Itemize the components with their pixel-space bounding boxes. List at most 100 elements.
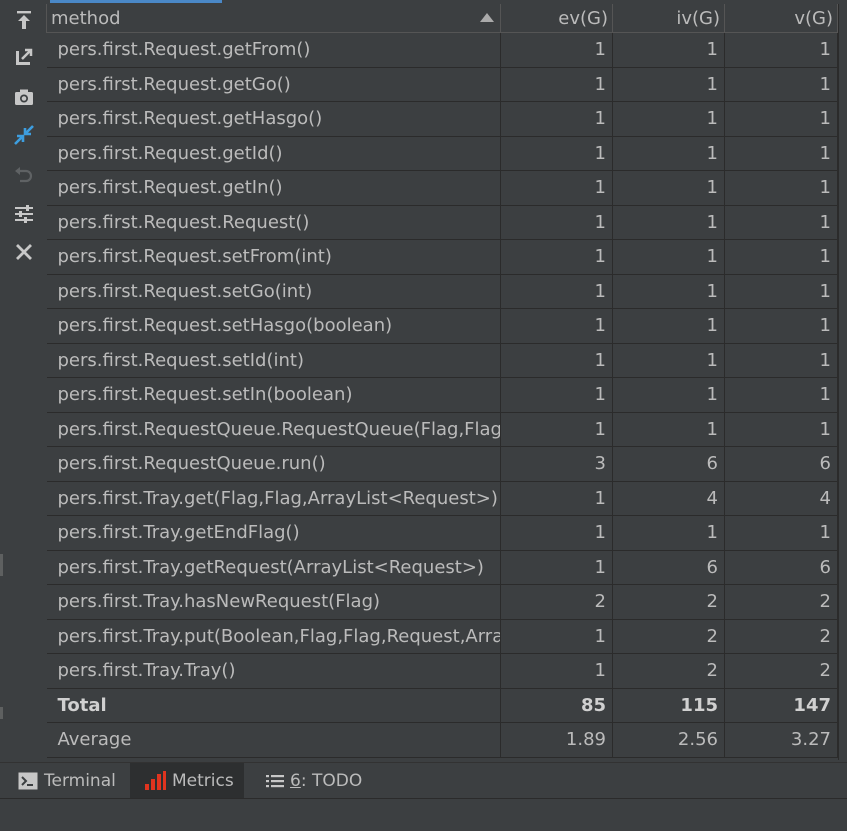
average-label: Average — [46, 722, 501, 758]
tab-terminal-label: Terminal — [44, 771, 116, 791]
iv-cell: 1 — [612, 377, 725, 413]
column-header-ev[interactable]: ev(G) — [500, 4, 613, 33]
ev-cell: 1 — [500, 204, 613, 240]
total-row[interactable]: Total 85 115 147 — [46, 687, 838, 723]
iv-cell: 2 — [612, 653, 725, 689]
tab-todo-label: : TODO — [300, 771, 363, 791]
method-cell: pers.first.Tray.get(Flag,Flag,ArrayList<… — [46, 480, 501, 516]
total-ev: 85 — [500, 687, 613, 723]
iv-cell: 1 — [612, 342, 725, 378]
gutter-mark — [0, 554, 3, 576]
ev-cell: 1 — [500, 515, 613, 551]
table-row[interactable]: pers.first.Tray.put(Boolean,Flag,Flag,Re… — [46, 618, 838, 654]
v-cell: 2 — [724, 584, 838, 620]
settings-sliders-icon[interactable] — [13, 203, 35, 225]
v-cell: 1 — [724, 101, 838, 137]
v-cell: 6 — [724, 446, 838, 482]
iv-cell: 1 — [612, 239, 725, 275]
table-row[interactable]: pers.first.Request.getGo() 1 1 1 — [46, 66, 838, 102]
v-cell: 1 — [724, 515, 838, 551]
ev-cell: 1 — [500, 411, 613, 447]
method-cell: pers.first.Tray.getRequest(ArrayList<Req… — [46, 549, 501, 585]
v-cell: 1 — [724, 66, 838, 102]
table-row[interactable]: pers.first.Request.setId(int) 1 1 1 — [46, 342, 838, 378]
ev-cell: 1 — [500, 480, 613, 516]
v-cell: 1 — [724, 342, 838, 378]
tab-metrics-label: Metrics — [172, 771, 234, 791]
undo-icon — [13, 164, 35, 186]
iv-cell: 1 — [612, 411, 725, 447]
v-cell: 1 — [724, 273, 838, 309]
table-row[interactable]: pers.first.Tray.hasNewRequest(Flag) 2 2 2 — [46, 584, 838, 620]
todo-list-icon — [266, 775, 284, 788]
ev-cell: 1 — [500, 101, 613, 137]
status-bar — [0, 798, 847, 831]
column-header-v[interactable]: v(G) — [724, 4, 838, 33]
iv-cell: 1 — [612, 515, 725, 551]
ev-cell: 1 — [500, 342, 613, 378]
method-cell: pers.first.Request.setIn(boolean) — [46, 377, 501, 413]
ev-cell: 1 — [500, 170, 613, 206]
table-row[interactable]: pers.first.Request.Request() 1 1 1 — [46, 204, 838, 240]
ev-cell: 1 — [500, 66, 613, 102]
tab-metrics[interactable]: Metrics — [130, 763, 244, 799]
method-cell: pers.first.RequestQueue.RequestQueue(Fla… — [46, 411, 501, 447]
table-row[interactable]: pers.first.Request.getHasgo() 1 1 1 — [46, 101, 838, 137]
column-header-method[interactable]: method — [46, 4, 501, 33]
column-header-label: method — [51, 7, 121, 29]
tab-terminal[interactable]: Terminal — [18, 763, 130, 799]
active-tab-indicator — [50, 0, 222, 3]
ev-cell: 1 — [500, 549, 613, 585]
tab-todo[interactable]: 6: TODO — [266, 763, 362, 799]
table-row[interactable]: pers.first.Request.getIn() 1 1 1 — [46, 170, 838, 206]
method-cell: pers.first.Tray.getEndFlag() — [46, 515, 501, 551]
table-row[interactable]: pers.first.Request.getFrom() 1 1 1 — [46, 32, 838, 68]
v-cell: 2 — [724, 653, 838, 689]
table-row[interactable]: pers.first.RequestQueue.RequestQueue(Fla… — [46, 411, 838, 447]
table-row[interactable]: pers.first.Tray.get(Flag,Flag,ArrayList<… — [46, 480, 838, 516]
expand-icon[interactable] — [13, 46, 35, 68]
export-top-icon[interactable] — [13, 9, 35, 31]
table-row[interactable]: pers.first.Tray.Tray() 1 2 2 — [46, 653, 838, 689]
collapse-icon[interactable] — [13, 124, 35, 146]
average-v: 3.27 — [724, 722, 838, 758]
total-label: Total — [46, 687, 501, 723]
v-cell: 1 — [724, 135, 838, 171]
method-cell: pers.first.Request.getGo() — [46, 66, 501, 102]
table-row[interactable]: pers.first.Request.setHasgo(boolean) 1 1 1 — [46, 308, 838, 344]
table-row[interactable]: pers.first.Tray.getRequest(ArrayList<Req… — [46, 549, 838, 585]
column-header-iv[interactable]: iv(G) — [612, 4, 725, 33]
table-row[interactable]: pers.first.Request.setFrom(int) 1 1 1 — [46, 239, 838, 275]
terminal-icon — [18, 772, 38, 790]
metrics-table-container: method ev(G) iv(G) v(G) pers.first.Reque… — [46, 4, 839, 760]
method-cell: pers.first.Request.setId(int) — [46, 342, 501, 378]
table-row[interactable]: pers.first.Tray.getEndFlag() 1 1 1 — [46, 515, 838, 551]
iv-cell: 6 — [612, 549, 725, 585]
table-row[interactable]: pers.first.Request.setIn(boolean) 1 1 1 — [46, 377, 838, 413]
ev-cell: 1 — [500, 377, 613, 413]
iv-cell: 1 — [612, 170, 725, 206]
ev-cell: 1 — [500, 273, 613, 309]
average-row[interactable]: Average 1.89 2.56 3.27 — [46, 722, 838, 758]
camera-icon[interactable] — [13, 86, 35, 108]
iv-cell: 1 — [612, 273, 725, 309]
average-ev: 1.89 — [500, 722, 613, 758]
v-cell: 1 — [724, 377, 838, 413]
v-cell: 2 — [724, 618, 838, 654]
method-cell: pers.first.Request.getHasgo() — [46, 101, 501, 137]
method-cell: pers.first.Request.setHasgo(boolean) — [46, 308, 501, 344]
ev-cell: 1 — [500, 32, 613, 68]
iv-cell: 6 — [612, 446, 725, 482]
table-header: method ev(G) iv(G) v(G) — [46, 4, 838, 33]
close-icon[interactable] — [13, 241, 35, 263]
table-row[interactable]: pers.first.RequestQueue.run() 3 6 6 — [46, 446, 838, 482]
average-iv: 2.56 — [612, 722, 725, 758]
method-cell: pers.first.Tray.hasNewRequest(Flag) — [46, 584, 501, 620]
iv-cell: 1 — [612, 308, 725, 344]
ev-cell: 1 — [500, 618, 613, 654]
total-v: 147 — [724, 687, 838, 723]
table-row[interactable]: pers.first.Request.setGo(int) 1 1 1 — [46, 273, 838, 309]
metrics-table: method ev(G) iv(G) v(G) pers.first.Reque… — [46, 4, 838, 758]
ev-cell: 2 — [500, 584, 613, 620]
table-row[interactable]: pers.first.Request.getId() 1 1 1 — [46, 135, 838, 171]
